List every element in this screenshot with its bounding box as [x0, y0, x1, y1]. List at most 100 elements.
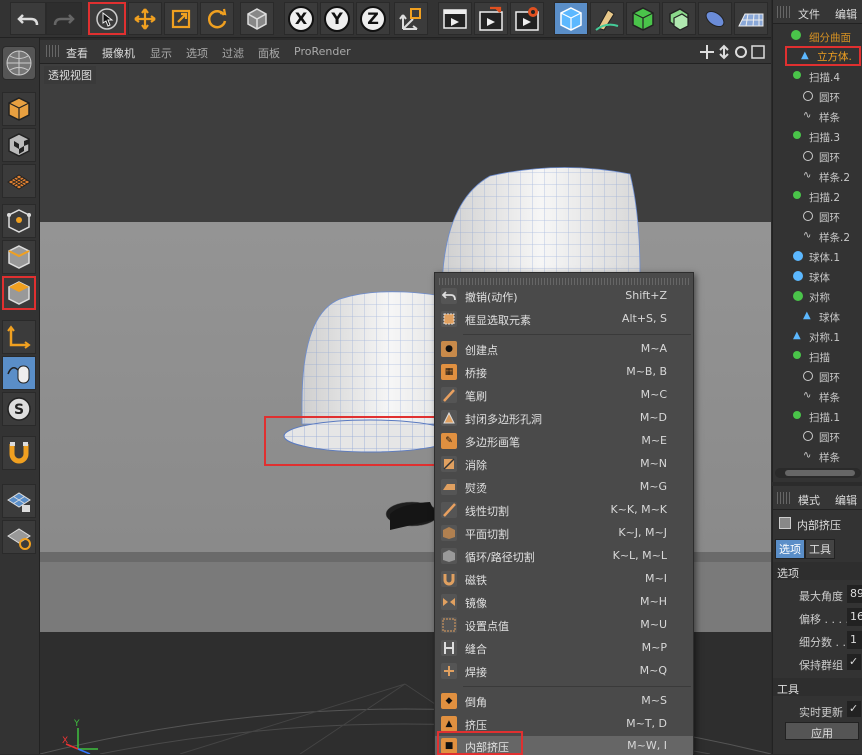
redo-button[interactable]: [46, 2, 82, 35]
floor-button[interactable]: [734, 2, 768, 35]
menu-item-plane-cut[interactable]: 平面切割 K~J, M~J: [435, 522, 693, 544]
menu-mode[interactable]: 模式: [798, 492, 820, 508]
live-selection-button[interactable]: [88, 2, 126, 35]
workplane-mode-button[interactable]: [2, 164, 36, 198]
tree-item-spline[interactable]: ∿ 样条: [773, 387, 862, 407]
menu-item-mirror[interactable]: 镜像 M~H: [435, 591, 693, 613]
tree-item-circle[interactable]: 圆环: [773, 207, 862, 227]
deformer-button[interactable]: [662, 2, 696, 35]
menu-item-loop-path-cut[interactable]: 循环/路径切割 K~L, M~L: [435, 545, 693, 567]
tree-item-sphere[interactable]: 球体: [773, 267, 862, 287]
offset-input[interactable]: 16: [847, 608, 862, 626]
menu-item-line-cut[interactable]: 线性切割 K~K, M~K: [435, 499, 693, 521]
menu-edit[interactable]: 编辑: [835, 492, 857, 508]
tree-item-circle[interactable]: 圆环: [773, 87, 862, 107]
tree-item-sweep-4[interactable]: 扫描.4: [773, 67, 862, 87]
edges-mode-button[interactable]: [2, 240, 36, 274]
menu-file[interactable]: 文件: [798, 6, 820, 22]
scale-button[interactable]: [164, 2, 198, 35]
tree-item-subdivision-surface[interactable]: 细分曲面: [773, 27, 862, 47]
horizontal-scrollbar[interactable]: [775, 468, 861, 478]
menu-item-bridge[interactable]: ▦ 桥接 M~B, B: [435, 361, 693, 383]
menu-panel[interactable]: 面板: [258, 45, 280, 61]
render-view-button[interactable]: [438, 2, 472, 35]
environment-button[interactable]: [698, 2, 732, 35]
axis-mode-button[interactable]: [2, 320, 36, 354]
menu-label: 撤销(动作): [465, 291, 518, 304]
menu-item-set-point-value[interactable]: 设置点值 M~U: [435, 614, 693, 636]
tab-tool[interactable]: 工具: [805, 539, 835, 559]
menu-options[interactable]: 选项: [186, 45, 208, 61]
grip-handle[interactable]: [777, 492, 791, 504]
tree-item-sweep-3[interactable]: 扫描.3: [773, 127, 862, 147]
z-axis-lock-button[interactable]: Z: [356, 2, 390, 35]
menu-filter[interactable]: 过滤: [222, 45, 244, 61]
tab-options[interactable]: 选项: [775, 539, 805, 559]
tweak-mode-button[interactable]: [2, 356, 36, 390]
menu-item-bevel[interactable]: ◆ 倒角 M~S: [435, 690, 693, 712]
object-button[interactable]: [240, 2, 274, 35]
menu-item-frame-selected[interactable]: 框显选取元素 Alt+S, S: [435, 308, 693, 330]
menu-camera[interactable]: 摄像机: [102, 45, 135, 61]
menu-item-close-polygon-hole[interactable]: 封闭多边形孔洞 M~D: [435, 407, 693, 429]
magnet-button[interactable]: [2, 436, 36, 470]
tree-item-spline[interactable]: ∿ 样条: [773, 447, 862, 467]
generator-button[interactable]: [626, 2, 660, 35]
y-axis-lock-button[interactable]: Y: [320, 2, 354, 35]
tree-item-circle[interactable]: 圆环: [773, 427, 862, 447]
tree-item-sweep-2[interactable]: 扫描.2: [773, 187, 862, 207]
menu-item-polygon-pen[interactable]: ✎ 多边形画笔 M~E: [435, 430, 693, 452]
tree-item-cube-selected[interactable]: ▲ 立方体.: [785, 46, 861, 66]
grip-handle[interactable]: [777, 6, 791, 18]
preserve-groups-checkbox[interactable]: ✓: [847, 654, 861, 670]
menu-prorender[interactable]: ProRender: [294, 45, 351, 58]
tree-item-spline[interactable]: ∿ 样条.2: [773, 227, 862, 247]
undo-button[interactable]: [10, 2, 46, 35]
render-to-picture-viewer-button[interactable]: [474, 2, 508, 35]
tree-item-symmetry-1[interactable]: ▲ 对称.1: [773, 327, 862, 347]
tree-item-symmetry[interactable]: 对称: [773, 287, 862, 307]
model-mode-button[interactable]: [2, 92, 36, 126]
grip-handle[interactable]: [46, 45, 60, 57]
render-settings-button[interactable]: [510, 2, 544, 35]
tree-item-sweep[interactable]: 扫描: [773, 347, 862, 367]
texture-mode-button[interactable]: [2, 128, 36, 162]
polygons-mode-button[interactable]: [2, 276, 36, 310]
add-cube-button[interactable]: [554, 2, 588, 35]
x-axis-lock-button[interactable]: X: [284, 2, 318, 35]
tree-item-circle[interactable]: 圆环: [773, 367, 862, 387]
pen-spline-button[interactable]: [590, 2, 624, 35]
menu-display[interactable]: 显示: [150, 45, 172, 61]
tree-item-sweep-1[interactable]: 扫描.1: [773, 407, 862, 427]
menu-item-weld[interactable]: 焊接 M~Q: [435, 660, 693, 682]
menu-grip[interactable]: [439, 278, 689, 285]
lock-workplane-button[interactable]: [2, 484, 36, 518]
apply-button[interactable]: 应用: [785, 722, 859, 740]
menu-view[interactable]: 查看: [66, 45, 88, 61]
make-editable-button[interactable]: [2, 46, 36, 80]
menu-item-magnet[interactable]: 磁铁 M~I: [435, 568, 693, 590]
points-mode-button[interactable]: [2, 204, 36, 238]
subdivision-input[interactable]: 1: [847, 631, 862, 649]
max-angle-input[interactable]: 89: [847, 585, 862, 603]
tree-item-circle[interactable]: 圆环: [773, 147, 862, 167]
realtime-update-checkbox[interactable]: ✓: [847, 701, 861, 717]
tree-item-spline[interactable]: ∿ 样条: [773, 107, 862, 127]
circle-spline-icon: [803, 211, 813, 221]
menu-edit[interactable]: 编辑: [835, 6, 857, 22]
move-button[interactable]: [128, 2, 162, 35]
viewport-nav-icons[interactable]: [700, 44, 766, 60]
coordinate-system-button[interactable]: [394, 2, 428, 35]
snapping-button[interactable]: S: [2, 392, 36, 426]
menu-item-dissolve[interactable]: 消除 M~N: [435, 453, 693, 475]
tree-item-sphere-1[interactable]: 球体.1: [773, 247, 862, 267]
planar-workplane-button[interactable]: [2, 520, 36, 554]
menu-item-stitch[interactable]: 缝合 M~P: [435, 637, 693, 659]
menu-item-iron[interactable]: 熨烫 M~G: [435, 476, 693, 498]
tree-item-sphere-child[interactable]: ▲ 球体: [773, 307, 862, 327]
tree-item-spline[interactable]: ∿ 样条.2: [773, 167, 862, 187]
menu-item-create-point[interactable]: ● 创建点 M~A: [435, 338, 693, 360]
rotate-button[interactable]: [200, 2, 234, 35]
menu-item-undo-action[interactable]: 撤销(动作) Shift+Z: [435, 285, 693, 307]
menu-item-brush[interactable]: 笔刷 M~C: [435, 384, 693, 406]
